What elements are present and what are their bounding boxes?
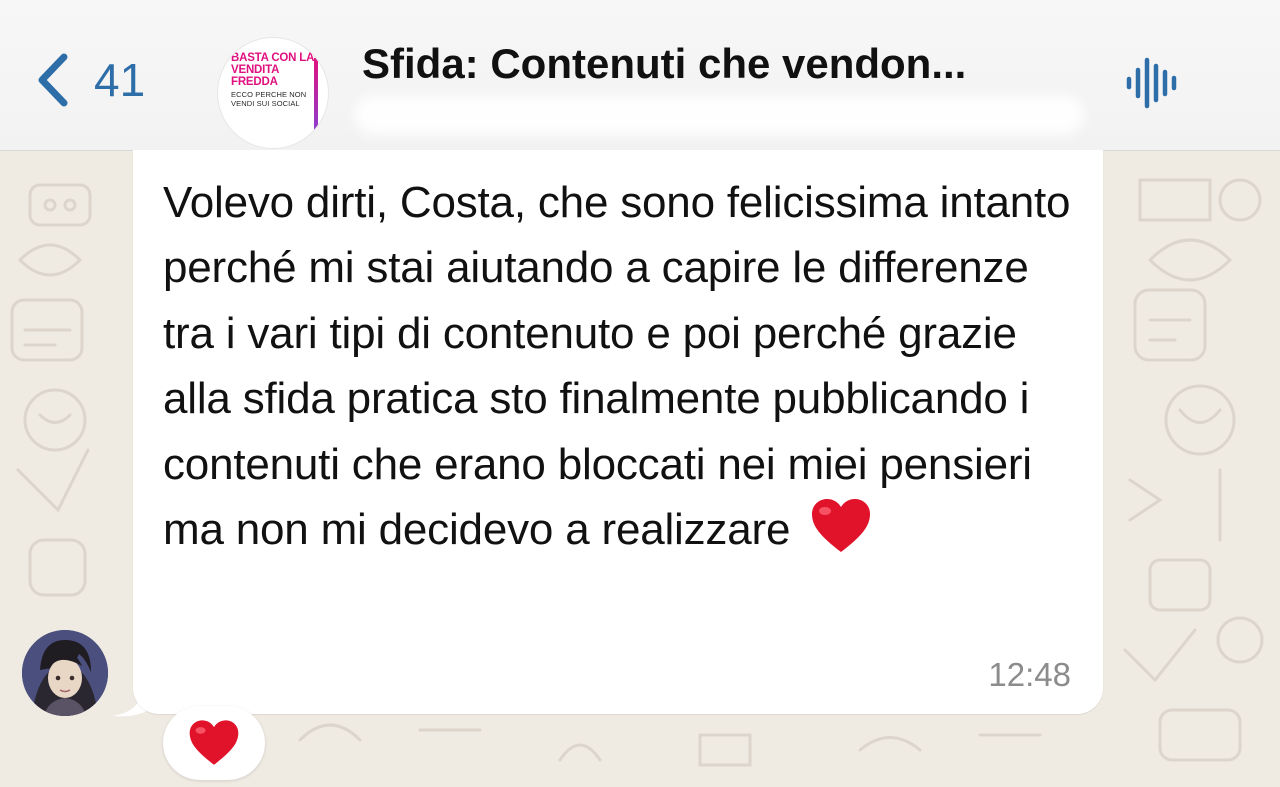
message-timestamp: 12:48 — [988, 656, 1071, 693]
message-bubble[interactable]: Volevo dirti, Costa, che sono felicissim… — [133, 150, 1103, 714]
group-avatar-headline: BASTA CON LA VENDITA FREDDA — [231, 52, 314, 88]
group-avatar-tagline: ECCO PERCHE NON VENDI SUI SOCIAL — [231, 90, 307, 108]
heart-emoji — [812, 499, 871, 553]
audio-waveform-icon — [1126, 57, 1177, 109]
message-reaction[interactable] — [163, 706, 265, 780]
chat-title[interactable]: Sfida: Contenuti che vendon... — [362, 40, 1102, 88]
message-text: Volevo dirti, Costa, che sono felicissim… — [163, 178, 1071, 555]
chevron-left-icon — [38, 53, 68, 107]
group-avatar[interactable]: BASTA CON LA VENDITA FREDDA ECCO PERCHE … — [218, 38, 328, 148]
sender-avatar[interactable] — [22, 630, 108, 716]
message-body: Volevo dirti, Costa, che sono felicissim… — [163, 170, 1073, 562]
chat-header: 41 BASTA CON LA VENDITA FREDDA ECCO PERC… — [0, 0, 1280, 151]
back-button[interactable]: 41 — [30, 40, 170, 120]
heart-emoji — [189, 720, 239, 765]
group-avatar-accent-bar — [314, 58, 318, 134]
sender-avatar-image — [22, 630, 108, 716]
blurred-subtitle — [354, 96, 1084, 134]
unread-count: 41 — [94, 54, 146, 106]
audio-call-button[interactable] — [1122, 52, 1184, 114]
